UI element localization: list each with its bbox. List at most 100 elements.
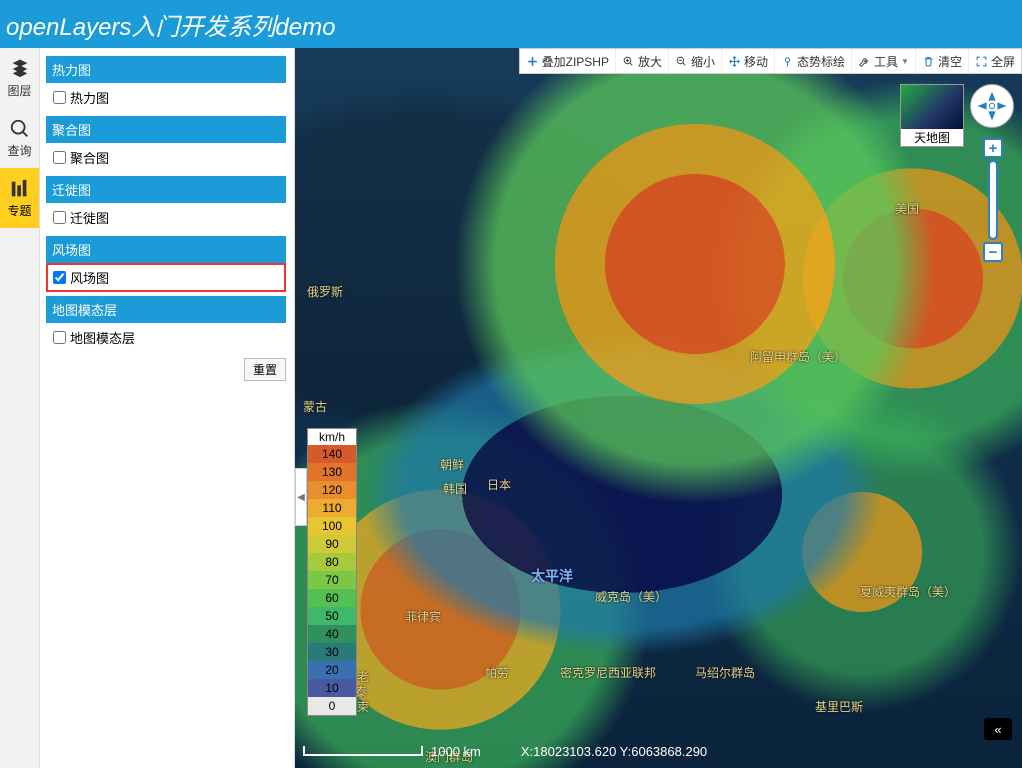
side-tab-layers[interactable]: 图层 — [0, 48, 39, 108]
section-header-heatmap[interactable]: 热力图 — [46, 56, 286, 83]
legend-row: 20 — [308, 661, 356, 679]
section-header-cluster[interactable]: 聚合图 — [46, 116, 286, 143]
basemap-label: 天地图 — [901, 129, 963, 146]
chevron-down-icon: ▼ — [901, 57, 909, 66]
map-label-korea-s: 韩国 — [443, 480, 467, 497]
basemap-switcher[interactable]: 天地图 — [900, 84, 964, 147]
map-label-wake: 威克岛（美） — [595, 588, 667, 605]
zoom-slider[interactable] — [988, 160, 998, 240]
side-tab-label: 查询 — [7, 142, 31, 159]
legend-row: 140 — [308, 445, 356, 463]
map-label-russia: 俄罗斯 — [307, 283, 343, 300]
section-item-label: 风场图 — [70, 268, 109, 287]
side-tabs: 图层 查询 专题 — [0, 48, 40, 768]
wrench-icon — [858, 55, 871, 68]
layers-icon — [9, 58, 31, 80]
tool-zoom-in[interactable]: 放大 — [615, 49, 668, 73]
map-label-kiribati: 基里巴斯 — [815, 698, 863, 715]
tool-label: 放大 — [638, 53, 662, 70]
legend-row: 90 — [308, 535, 356, 553]
section-item-label: 迁徙图 — [70, 208, 109, 227]
layer-panel: 热力图 热力图 聚合图 聚合图 迁徙图 迁徙图 风场图 风场图 地图模态层 地图… — [40, 48, 295, 768]
checkbox-heatmap[interactable] — [53, 91, 66, 104]
legend-row: 70 — [308, 571, 356, 589]
section-header-modal[interactable]: 地图模态层 — [46, 296, 286, 323]
section-item-heatmap[interactable]: 热力图 — [46, 83, 286, 112]
legend-row: 10 — [308, 679, 356, 697]
side-tab-label: 专题 — [7, 202, 31, 219]
map-label-usa: 美国 — [895, 200, 919, 217]
legend-row: 60 — [308, 589, 356, 607]
move-icon — [728, 55, 741, 68]
legend-row: 100 — [308, 517, 356, 535]
map-label-pacific: 太平洋 — [531, 566, 573, 586]
map-label-mongolia: 蒙古 — [303, 398, 327, 415]
checkbox-wind[interactable] — [53, 271, 66, 284]
reset-button[interactable]: 重置 — [244, 358, 286, 381]
overview-toggle-button[interactable]: « — [984, 718, 1012, 740]
tool-label: 工具 — [874, 53, 898, 70]
zoom-out-button[interactable]: − — [983, 242, 1003, 262]
section-item-wind[interactable]: 风场图 — [46, 263, 286, 292]
side-tab-label: 图层 — [7, 82, 31, 99]
tool-label: 全屏 — [991, 53, 1015, 70]
legend-panel: km/h 1401301201101009080706050403020100 — [307, 428, 357, 716]
tool-label: 移动 — [744, 53, 768, 70]
tool-pan[interactable]: 移动 — [721, 49, 774, 73]
nav-pan-control[interactable] — [970, 84, 1014, 128]
map-wind-layer — [295, 48, 1022, 768]
checkbox-modal[interactable] — [53, 331, 66, 344]
tool-zoom-out[interactable]: 缩小 — [668, 49, 721, 73]
map-status-bar: 1000 km X:18023103.620 Y:6063868.290 — [303, 740, 1014, 762]
section-item-label: 热力图 — [70, 88, 109, 107]
legend-row: 0 — [308, 697, 356, 715]
section-header-wind[interactable]: 风场图 — [46, 236, 286, 263]
marker-icon — [781, 55, 794, 68]
checkbox-migration[interactable] — [53, 211, 66, 224]
section-item-label: 聚合图 — [70, 148, 109, 167]
tool-tools[interactable]: 工具 ▼ — [851, 49, 915, 73]
legend-row: 130 — [308, 463, 356, 481]
scale-bar: 1000 km — [303, 744, 481, 759]
map-label-japan: 日本 — [487, 476, 511, 493]
map-label-aleutian: 阿留申群岛（美） — [750, 348, 846, 365]
zoom-in-button[interactable]: + — [983, 138, 1003, 158]
map-label-cambodia: 柬 — [357, 698, 369, 715]
side-tab-theme[interactable]: 专题 — [0, 168, 39, 228]
legend-row: 110 — [308, 499, 356, 517]
section-item-migration[interactable]: 迁徙图 — [46, 203, 286, 232]
tool-label: 叠加ZIPSHP — [542, 53, 609, 70]
map-label-marshall: 马绍尔群岛 — [695, 664, 755, 681]
tool-situation[interactable]: 态势标绘 — [774, 49, 851, 73]
legend-row: 120 — [308, 481, 356, 499]
section-header-migration[interactable]: 迁徙图 — [46, 176, 286, 203]
section-item-modal[interactable]: 地图模态层 — [46, 323, 286, 352]
scale-line — [303, 746, 423, 756]
legend-row: 80 — [308, 553, 356, 571]
map-canvas[interactable]: 俄罗斯 蒙古 朝鲜 韩国 日本 美国 阿留申群岛（美） 太平洋 威克岛（美） 夏… — [295, 48, 1022, 768]
map-label-hawaii: 夏威夷群岛（美） — [860, 583, 956, 600]
side-tab-query[interactable]: 查询 — [0, 108, 39, 168]
app-title: openLayers入门开发系列demo — [6, 7, 335, 42]
tool-fullscreen[interactable]: 全屏 — [968, 49, 1021, 73]
tool-add-zipshp[interactable]: 叠加ZIPSHP — [520, 49, 615, 73]
tool-label: 态势标绘 — [797, 53, 845, 70]
search-icon — [9, 118, 31, 140]
panel-collapse-button[interactable]: ◀ — [295, 468, 307, 526]
compass-icon — [974, 88, 1010, 124]
checkbox-cluster[interactable] — [53, 151, 66, 164]
zoom-control: + − — [982, 138, 1004, 262]
legend-row: 30 — [308, 643, 356, 661]
map-label-micronesia: 密克罗尼西亚联邦 — [560, 664, 656, 681]
section-item-cluster[interactable]: 聚合图 — [46, 143, 286, 172]
zoom-in-icon — [622, 55, 635, 68]
app-header: openLayers入门开发系列demo — [0, 0, 1022, 48]
legend-unit: km/h — [308, 429, 356, 445]
tool-clear[interactable]: 清空 — [915, 49, 968, 73]
zoom-out-icon — [675, 55, 688, 68]
basemap-thumbnail — [901, 85, 963, 129]
coordinates-readout: X:18023103.620 Y:6063868.290 — [521, 744, 707, 759]
map-label-philippines: 菲律宾 — [405, 608, 441, 625]
tool-label: 缩小 — [691, 53, 715, 70]
legend-row: 40 — [308, 625, 356, 643]
